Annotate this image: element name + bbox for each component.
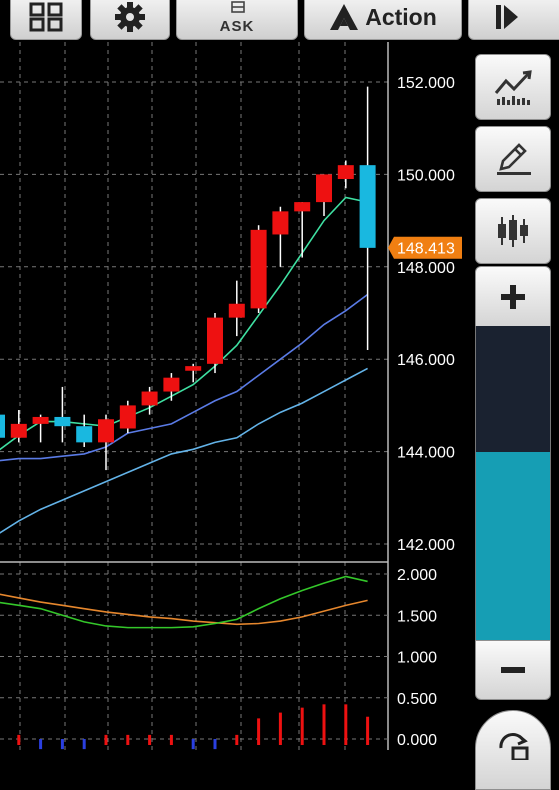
candle-bull: [250, 229, 267, 309]
current-price-text: 148.413: [397, 241, 455, 258]
indicator-button[interactable]: [475, 198, 551, 264]
osc-bar: [213, 739, 217, 750]
ma-mid-line: [0, 293, 369, 462]
chart-type-button[interactable]: [475, 54, 551, 120]
candle-bull: [185, 366, 202, 371]
candlesticks: [0, 86, 376, 471]
moving-average-lines: [0, 196, 369, 534]
candle-bull: [119, 405, 136, 429]
candle-bull: [294, 202, 311, 212]
candle-bull: [141, 391, 158, 406]
osc-bar: [39, 739, 43, 750]
candle-bear: [76, 426, 93, 443]
osc-bar: [60, 739, 64, 750]
plus-icon: [501, 285, 525, 309]
osc-bar: [235, 734, 239, 745]
settings-button[interactable]: [90, 0, 170, 40]
price-label: 150.000: [397, 167, 455, 184]
ask-button[interactable]: ASK: [176, 0, 298, 40]
candle-bear: [359, 165, 376, 248]
osc-label: 2.000: [397, 567, 437, 584]
gear-icon: [115, 2, 145, 32]
draw-tool-button[interactable]: [475, 126, 551, 192]
candlestick-icon: [498, 215, 528, 247]
candle-bull: [163, 377, 180, 392]
price-label: 142.000: [397, 537, 455, 554]
candle-bull: [272, 211, 289, 235]
price-chart[interactable]: 152.000 150.000 148.000 146.000 144.000 142.0…: [0, 42, 467, 750]
osc-bar: [322, 704, 326, 745]
osc-bar: [82, 739, 86, 750]
osc-bar: [104, 734, 108, 745]
osc-label: 0.500: [397, 691, 437, 708]
current-price-tag: 148.413: [388, 236, 462, 259]
chart-grid: [0, 42, 389, 750]
oscillator-lines: [0, 575, 368, 629]
osc-bar: [257, 718, 261, 745]
osc-bar: [278, 712, 282, 745]
zoom-level-fill: [476, 451, 550, 640]
price-axis: 152.000 150.000 148.000 146.000 144.000 142.0…: [397, 75, 455, 554]
osc-label: 1.000: [397, 650, 437, 667]
candle-bull: [207, 317, 223, 364]
candle-bull: [32, 416, 49, 424]
action-icon: [330, 4, 359, 30]
price-label: 144.000: [397, 445, 455, 462]
osc-label: 1.500: [397, 608, 437, 625]
osc-bar: [191, 739, 195, 750]
osc-bar: [17, 734, 21, 745]
candle-bull: [10, 423, 27, 438]
grid-icon: [29, 2, 63, 32]
top-toolbar: ASK Action: [0, 0, 559, 42]
price-label: 146.000: [397, 352, 455, 369]
minus-icon: [501, 667, 525, 673]
osc-bar: [366, 716, 370, 745]
zoom-in-button[interactable]: [475, 266, 551, 328]
osc-label: 0.000: [397, 732, 437, 749]
candle-bear: [54, 416, 71, 427]
candle-bull: [337, 165, 354, 180]
oscillator-axis: 2.000 1.500 1.000 0.500 0.000: [397, 567, 437, 749]
action-label: Action: [365, 3, 437, 30]
rotate-icon: [499, 733, 529, 760]
price-label: 152.000: [397, 75, 455, 92]
pencil-icon: [497, 143, 531, 175]
order-icon: [231, 1, 245, 13]
layout-grid-button[interactable]: [10, 0, 82, 40]
osc-bar: [300, 707, 304, 745]
line-chart-icon: [494, 70, 532, 105]
right-sidebar: [467, 42, 559, 790]
play-button[interactable]: [468, 0, 559, 40]
osc-bar: [148, 734, 152, 745]
osc-bar: [344, 704, 348, 745]
zoom-out-button[interactable]: [475, 640, 551, 700]
zoom-slider[interactable]: [475, 326, 551, 640]
osc-bar: [126, 734, 130, 745]
rotate-button[interactable]: [475, 710, 551, 790]
candle-bull: [228, 303, 245, 318]
action-button[interactable]: Action: [304, 0, 462, 40]
candle-bull: [316, 174, 332, 203]
step-forward-icon: [496, 5, 518, 29]
osc-line-orange: [0, 593, 368, 626]
ask-label: ASK: [219, 18, 255, 35]
candle-bull: [98, 419, 114, 443]
ma-fast-line: [0, 196, 368, 451]
price-label: 148.000: [397, 260, 455, 277]
osc-bar: [169, 734, 173, 745]
oscillator-histogram: [17, 704, 370, 750]
candle-bear: [0, 414, 5, 438]
